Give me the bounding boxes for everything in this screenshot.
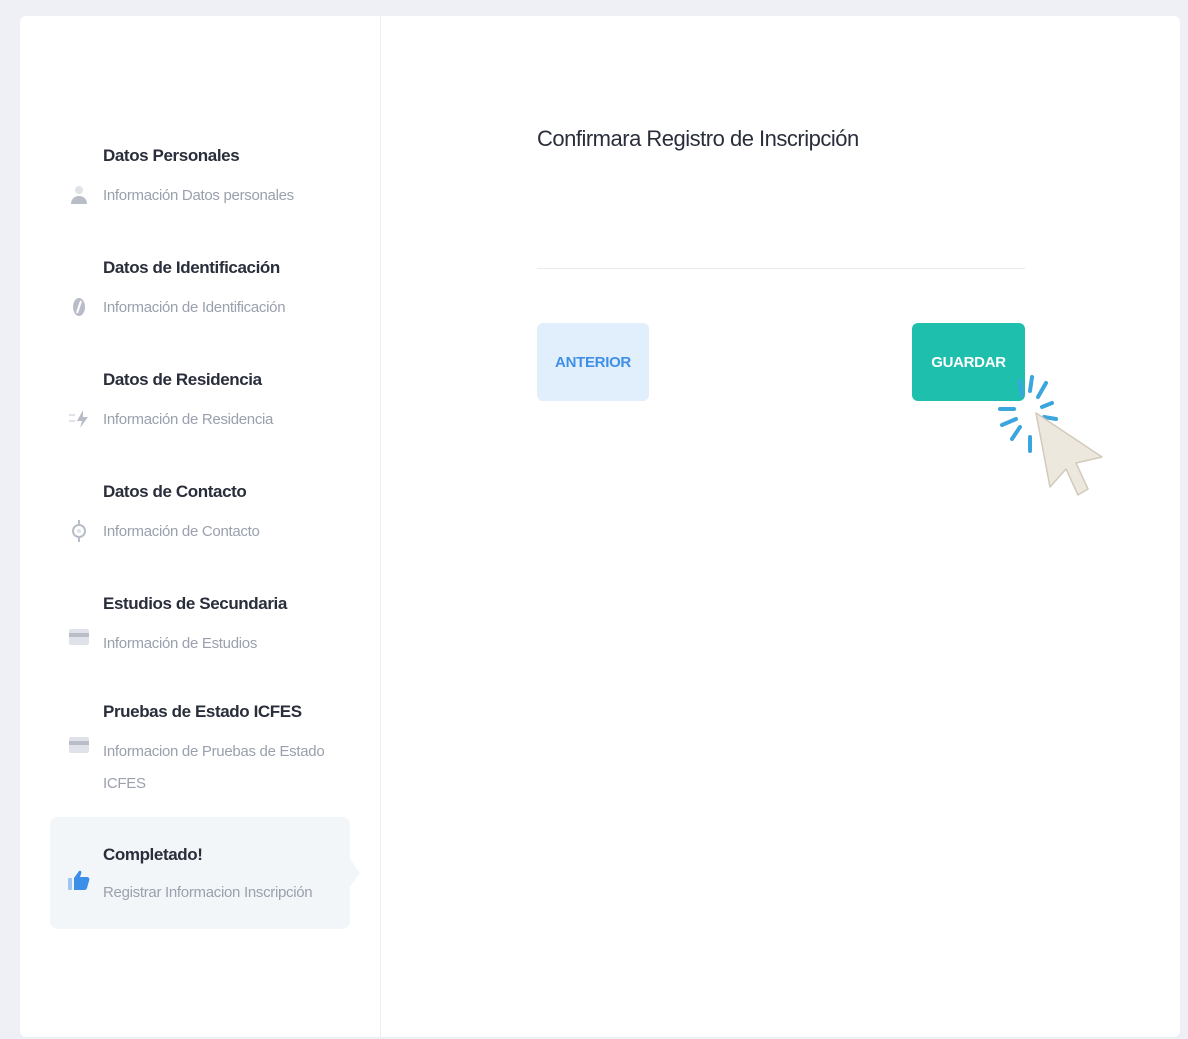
step-pruebas-icfes[interactable]: Pruebas de Estado ICFES Informacion de P… bbox=[50, 696, 350, 806]
user-icon bbox=[68, 184, 90, 206]
step-description: Información de Residencia bbox=[103, 411, 274, 428]
wizard-steps-sidebar: Datos Personales Información Datos perso… bbox=[20, 16, 381, 1037]
divider bbox=[537, 268, 1025, 269]
card-icon bbox=[68, 734, 90, 756]
step-estudios-secundaria[interactable]: Estudios de Secundaria Información de Es… bbox=[50, 584, 350, 674]
step-description: Información Datos personales bbox=[103, 187, 294, 204]
step-description: Información de Identificación bbox=[103, 299, 286, 316]
thumbs-up-icon bbox=[68, 869, 90, 891]
step-title: Estudios de Secundaria bbox=[103, 594, 287, 613]
form-title: Confirmara Registro de Inscripción bbox=[537, 126, 859, 151]
step-title: Datos de Identificación bbox=[103, 258, 280, 277]
contact-pin-icon bbox=[68, 520, 90, 542]
step-description: Informacion de Pruebas de Estado ICFES bbox=[103, 743, 325, 792]
pointer-cursor-icon bbox=[998, 375, 1103, 496]
step-datos-identificacion[interactable]: Datos de Identificación Información de I… bbox=[50, 248, 350, 338]
residence-icon bbox=[68, 408, 90, 430]
step-title: Datos de Contacto bbox=[103, 482, 247, 501]
step-title: Datos Personales bbox=[103, 146, 240, 165]
step-title: Pruebas de Estado ICFES bbox=[103, 702, 302, 721]
wizard-content: Confirmara Registro de Inscripción ANTER… bbox=[380, 16, 1180, 1037]
previous-button[interactable]: ANTERIOR bbox=[537, 323, 649, 401]
step-datos-residencia[interactable]: Datos de Residencia Información de Resid… bbox=[50, 360, 350, 450]
step-description: Información de Estudios bbox=[103, 635, 258, 652]
step-datos-personales[interactable]: Datos Personales Información Datos perso… bbox=[50, 136, 350, 226]
step-title: Completado! bbox=[103, 845, 203, 864]
wizard-card: Datos Personales Información Datos perso… bbox=[20, 16, 1180, 1037]
step-description: Registrar Informacion Inscripción bbox=[103, 884, 313, 901]
step-description: Información de Contacto bbox=[103, 523, 260, 540]
step-completado[interactable]: Completado! Registrar Informacion Inscri… bbox=[50, 817, 360, 929]
step-datos-contacto[interactable]: Datos de Contacto Información de Contact… bbox=[50, 472, 350, 562]
step-title: Datos de Residencia bbox=[103, 370, 262, 389]
card-icon bbox=[68, 626, 90, 648]
id-badge-icon bbox=[68, 296, 90, 318]
